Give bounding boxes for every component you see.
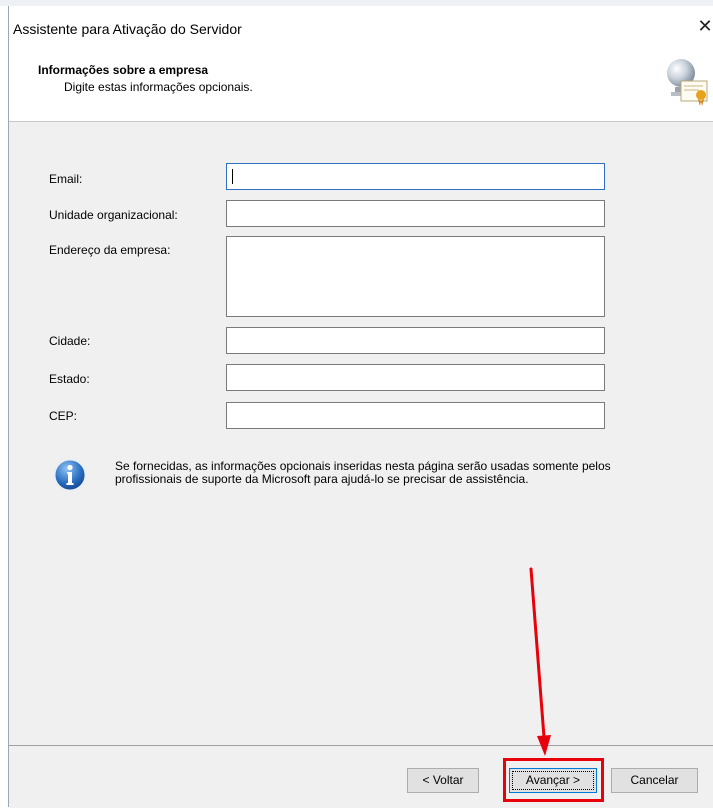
back-button[interactable]: < Voltar: [407, 768, 479, 793]
annotation-highlight-box: [503, 758, 604, 802]
address-label: Endereço da empresa:: [49, 243, 171, 257]
info-icon: [53, 458, 87, 492]
wizard-content: Email: Unidade organizacional: Endereço …: [9, 121, 713, 746]
title-bar: Assistente para Ativação do Servidor ✕: [9, 6, 713, 50]
wizard-header: Informações sobre a empresa Digite estas…: [9, 50, 713, 120]
email-label: Email:: [49, 172, 83, 186]
certificate-server-icon: [667, 59, 708, 106]
state-field[interactable]: [226, 364, 605, 391]
window-title: Assistente para Ativação do Servidor: [13, 21, 242, 37]
cancel-button[interactable]: Cancelar: [611, 768, 698, 793]
wizard-footer: < Voltar Avançar > Cancelar: [9, 745, 713, 808]
org-unit-label: Unidade organizacional:: [49, 208, 178, 222]
zip-field[interactable]: [226, 402, 605, 429]
email-field[interactable]: [226, 163, 605, 190]
city-field[interactable]: [226, 327, 605, 354]
org-unit-field[interactable]: [226, 200, 605, 227]
zip-label: CEP:: [49, 409, 78, 423]
text-caret: [232, 169, 233, 184]
close-icon[interactable]: ✕: [697, 16, 713, 36]
state-label: Estado:: [49, 372, 90, 386]
info-message: Se fornecidas, as informações opcionais …: [115, 459, 611, 486]
page-subtitle: Digite estas informações opcionais.: [64, 80, 253, 94]
address-field[interactable]: [226, 236, 605, 317]
city-label: Cidade:: [49, 334, 91, 348]
page-title: Informações sobre a empresa: [38, 63, 209, 77]
